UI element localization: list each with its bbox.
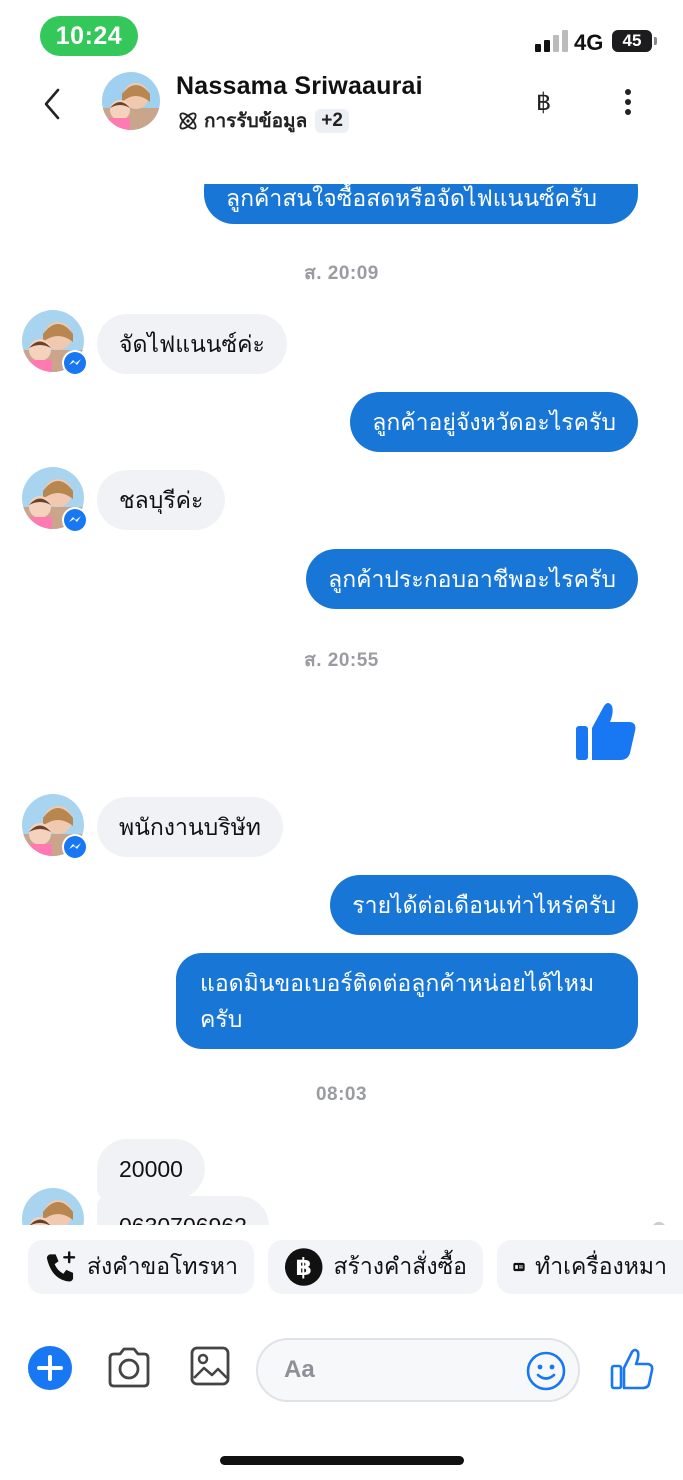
outgoing-message[interactable]: แอดมินขอเบอร์ติดต่อลูกค้าหน่อยได้ไหมครับ	[176, 953, 638, 1049]
signal-icon	[535, 30, 568, 52]
create-order-label: สร้างคำสั่งซื้อ	[333, 1253, 467, 1279]
thumbs-up-icon[interactable]	[610, 1348, 654, 1390]
battery-level: 45	[622, 31, 642, 50]
atom-icon	[179, 112, 197, 130]
message-text: พนักงานบริษัท	[119, 814, 261, 840]
incoming-message[interactable]: จัดไฟแนนซ์ค่ะ	[97, 314, 287, 374]
home-indicator	[220, 1456, 464, 1465]
thumbs-up-sticker-icon[interactable]	[574, 698, 638, 762]
message-text: ลูกค้าอยู่จังหวัดอะไรครับ	[372, 409, 616, 435]
baht-circle-icon: ฿	[284, 1248, 323, 1286]
message-text: แอดมินขอเบอร์ติดต่อลูกค้าหน่อยได้ไหมครับ	[200, 970, 595, 1032]
label-tag[interactable]: การรับข้อมูล	[176, 106, 307, 136]
mark-label-button[interactable]: ทำเครื่องหมา	[497, 1240, 683, 1294]
contact-avatar[interactable]	[102, 72, 160, 130]
sender-avatar[interactable]	[22, 794, 88, 860]
seen-indicator	[652, 1222, 666, 1225]
message-text: รายได้ต่อเดือนเท่าไหร่ครับ	[352, 892, 616, 918]
outgoing-message[interactable]: รายได้ต่อเดือนเท่าไหร่ครับ	[330, 875, 638, 935]
phone-add-icon	[46, 1251, 76, 1282]
battery-icon: 45	[612, 30, 652, 52]
incoming-message[interactable]: 20000	[97, 1139, 205, 1199]
message-text: 0630706962	[119, 1213, 247, 1225]
label-text: การรับข้อมูล	[204, 111, 308, 132]
status-bar: 10:24 4G 45	[0, 0, 683, 70]
plus-icon	[37, 1355, 63, 1381]
request-call-label: ส่งคำขอโทรหา	[86, 1253, 238, 1279]
emoji-icon[interactable]	[526, 1351, 566, 1391]
sender-avatar[interactable]	[22, 1188, 86, 1225]
messenger-icon	[62, 834, 88, 860]
chat-header: Nassama Sriwaaurai การรับข้อมูล +2 ฿	[0, 70, 683, 150]
incoming-message[interactable]: พนักงานบริษัท	[97, 797, 283, 857]
more-vertical-icon[interactable]	[618, 86, 638, 118]
message-composer	[0, 1320, 683, 1420]
timestamp: 08:03	[315, 1084, 368, 1105]
request-call-button[interactable]: ส่งคำขอโทรหา	[28, 1240, 254, 1294]
message-text: ชลบุรีค่ะ	[119, 487, 204, 513]
message-text: 20000	[119, 1156, 183, 1182]
gallery-icon[interactable]	[190, 1346, 230, 1386]
incoming-message[interactable]: 0630706962	[97, 1196, 269, 1225]
contact-name[interactable]: Nassama Sriwaaurai	[176, 72, 423, 101]
baht-icon[interactable]: ฿	[536, 88, 551, 117]
incoming-message[interactable]: ชลบุรีค่ะ	[97, 470, 226, 530]
more-labels-badge[interactable]: +2	[315, 109, 349, 133]
svg-text:฿: ฿	[295, 1253, 311, 1281]
message-text: จัดไฟแนนซ์ค่ะ	[119, 331, 265, 357]
sender-avatar[interactable]	[22, 467, 88, 533]
tag-card-icon	[513, 1262, 525, 1272]
message-list[interactable]: ลูกค้าสนใจซื้อสดหรือจัดไฟแนนซ์ครับ ส. 20…	[0, 150, 683, 1225]
camera-icon[interactable]	[106, 1346, 152, 1390]
quick-actions-bar[interactable]: ส่งคำขอโทรหา ฿ สร้างคำสั่งซื้อ ทำเครื่อง…	[0, 1228, 683, 1308]
avatar-photo	[22, 1188, 84, 1225]
back-arrow-icon[interactable]	[38, 86, 68, 122]
add-button[interactable]	[28, 1346, 72, 1390]
mark-label-text: ทำเครื่องหมา	[535, 1253, 667, 1279]
clip-mask	[0, 150, 683, 184]
timestamp: ส. 20:55	[304, 650, 379, 671]
messenger-icon	[62, 507, 88, 533]
sender-avatar[interactable]	[22, 310, 88, 376]
message-text: ลูกค้าสนใจซื้อสดหรือจัดไฟแนนซ์ครับ	[226, 185, 597, 211]
message-input-container[interactable]	[256, 1338, 580, 1402]
status-time: 10:24	[40, 16, 138, 56]
label-row[interactable]: การรับข้อมูล +2	[176, 106, 349, 136]
battery-cap	[654, 37, 657, 45]
message-text: ลูกค้าประกอบอาชีพอะไรครับ	[328, 566, 616, 592]
outgoing-message[interactable]: ลูกค้าอยู่จังหวัดอะไรครับ	[350, 392, 638, 452]
create-order-button[interactable]: ฿ สร้างคำสั่งซื้อ	[268, 1240, 483, 1294]
outgoing-message[interactable]: ลูกค้าประกอบอาชีพอะไรครับ	[306, 549, 638, 609]
timestamp: ส. 20:09	[304, 263, 379, 284]
messenger-icon	[62, 350, 88, 376]
network-type: 4G	[574, 30, 604, 55]
message-input[interactable]	[284, 1354, 514, 1386]
